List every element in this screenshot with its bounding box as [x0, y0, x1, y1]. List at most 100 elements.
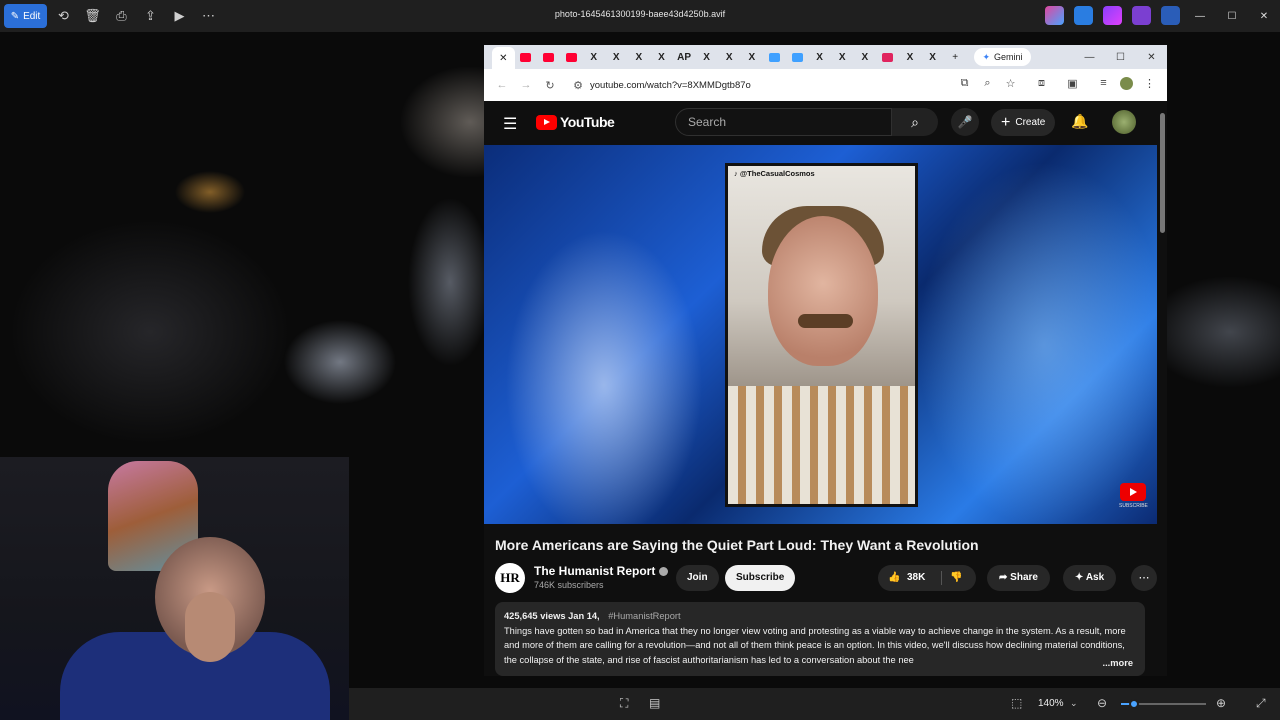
browser-tab[interactable]: X: [808, 47, 831, 67]
browser-tab[interactable]: X: [741, 47, 764, 67]
designer-icon[interactable]: [1103, 6, 1122, 25]
slideshow-icon[interactable]: ▶: [165, 4, 194, 28]
browser-menu-icon[interactable]: ⋮: [1138, 77, 1161, 93]
youtube-logo[interactable]: YouTube: [536, 114, 615, 130]
browser-tab[interactable]: [786, 47, 809, 67]
browser-tab[interactable]: AP: [673, 47, 696, 67]
zoom-out-icon[interactable]: ⊖: [1097, 696, 1107, 710]
bookmark-star-icon[interactable]: ☆: [999, 77, 1022, 93]
more-actions-icon[interactable]: ⋯: [1131, 565, 1157, 591]
onedrive-icon[interactable]: [1161, 6, 1180, 25]
share-arrow-icon: ➦: [999, 572, 1008, 583]
tab-favicon-icon: X: [929, 51, 936, 63]
browser-tab[interactable]: [876, 47, 899, 67]
hashtag-link[interactable]: #HumanistReport: [608, 611, 680, 621]
description-box[interactable]: 425,645 views Jan 14, #HumanistReport Th…: [495, 602, 1145, 676]
site-settings-icon[interactable]: ⚙: [566, 79, 590, 92]
browser-tab[interactable]: X: [628, 47, 651, 67]
browser-close-icon[interactable]: ✕: [1136, 52, 1167, 63]
browser-tab[interactable]: X: [831, 47, 854, 67]
fullscreen-icon[interactable]: ⤢: [1256, 696, 1266, 711]
minimize-icon[interactable]: —: [1184, 0, 1216, 32]
microphone-icon[interactable]: 🎤: [951, 108, 979, 136]
ask-button[interactable]: ✦ Ask: [1063, 565, 1117, 591]
delete-icon[interactable]: 🗑: [78, 4, 107, 28]
tab-active[interactable]: ✕: [492, 47, 515, 69]
channel-name[interactable]: The Humanist Report: [534, 564, 669, 578]
like-icon[interactable]: 👍: [888, 565, 900, 591]
tab-strip: ✕ X X X X AP X X X X X X X X + ✦ Gemini — ☐ ✕: [484, 45, 1167, 69]
subscribe-button[interactable]: Subscribe: [725, 565, 796, 591]
zoom-slider[interactable]: [1121, 699, 1206, 709]
install-icon[interactable]: ⧉: [953, 77, 976, 93]
split-view-icon[interactable]: ▣: [1061, 77, 1084, 93]
browser-tab[interactable]: X: [695, 47, 718, 67]
clipchamp-icon[interactable]: [1132, 6, 1151, 25]
scrollbar-thumb[interactable]: [1160, 113, 1165, 233]
gemini-label: Gemini: [994, 52, 1023, 62]
zoom-in-icon[interactable]: ⊕: [1216, 696, 1226, 710]
browser-tab[interactable]: [515, 47, 538, 67]
speaker-shirt: [728, 386, 915, 504]
browser-tab[interactable]: X: [899, 47, 922, 67]
browser-tab[interactable]: [763, 47, 786, 67]
browser-tab[interactable]: X: [650, 47, 673, 67]
edit-icon: ✎: [10, 10, 20, 22]
browser-minimize-icon[interactable]: —: [1074, 52, 1105, 63]
browser-tab[interactable]: X: [854, 47, 877, 67]
fit-view-icon[interactable]: ⛶: [620, 696, 628, 711]
browser-tab[interactable]: X: [718, 47, 741, 67]
copilot-icon[interactable]: [1045, 6, 1064, 25]
browser-tab[interactable]: [537, 47, 560, 67]
extensions-icon[interactable]: ⧈: [1030, 77, 1053, 93]
zoom-icon[interactable]: ⌕: [976, 77, 999, 93]
search-input[interactable]: Search: [675, 108, 892, 136]
subscribe-watermark-text: SUBSCRIBE: [1119, 503, 1148, 509]
share-button[interactable]: ➦ Share: [987, 565, 1050, 591]
browser-tab[interactable]: X: [921, 47, 944, 67]
back-icon[interactable]: ←: [490, 79, 514, 91]
zoom-dropdown-icon[interactable]: ⌄: [1070, 698, 1078, 709]
forward-icon[interactable]: →: [514, 79, 538, 91]
browser-tab[interactable]: [560, 47, 583, 67]
edit-button[interactable]: ✎ Edit: [4, 4, 47, 28]
maximize-icon[interactable]: ☐: [1216, 0, 1248, 32]
page-scrollbar[interactable]: [1157, 101, 1167, 676]
notifications-icon[interactable]: 🔔: [1071, 113, 1088, 130]
subscribe-watermark-icon[interactable]: [1120, 483, 1146, 501]
video-title: More Americans are Saying the Quiet Part…: [495, 537, 979, 553]
new-tab-button[interactable]: +: [944, 47, 967, 67]
edit-app-icon[interactable]: [1074, 6, 1093, 25]
account-avatar[interactable]: [1112, 110, 1136, 134]
profile-icon[interactable]: [1115, 77, 1138, 93]
more-options-icon[interactable]: ⋯: [194, 4, 223, 28]
browser-tab[interactable]: X: [605, 47, 628, 67]
browser-tab[interactable]: X: [582, 47, 605, 67]
show-more-link[interactable]: ...more: [1098, 655, 1133, 670]
close-icon[interactable]: ✕: [1248, 0, 1280, 32]
rotate-icon[interactable]: ⟲: [49, 4, 78, 28]
search-icon[interactable]: ⌕: [892, 108, 938, 136]
reading-list-icon[interactable]: ≡: [1092, 77, 1115, 93]
actual-size-icon[interactable]: ⬚: [1011, 696, 1022, 710]
gemini-button[interactable]: ✦ Gemini: [974, 48, 1031, 66]
join-button[interactable]: Join: [676, 565, 719, 591]
tab-favicon-icon: [768, 52, 780, 62]
menu-icon[interactable]: ☰: [503, 114, 517, 134]
info-icon[interactable]: ▤: [649, 696, 660, 710]
print-icon[interactable]: ⎙: [107, 4, 136, 28]
reload-icon[interactable]: ↻: [538, 79, 562, 92]
create-button[interactable]: + Create: [991, 109, 1056, 136]
like-count[interactable]: 38K: [907, 565, 925, 591]
tab-favicon-icon: X: [838, 51, 846, 63]
window-controls: — ☐ ✕: [1184, 0, 1280, 32]
ask-label: Ask: [1085, 572, 1105, 583]
channel-avatar[interactable]: HR: [495, 563, 525, 593]
browser-maximize-icon[interactable]: ☐: [1105, 52, 1136, 63]
zoom-level[interactable]: 140%: [1038, 698, 1064, 709]
dislike-icon[interactable]: 👎: [950, 565, 962, 591]
zoom-slider-handle[interactable]: [1128, 699, 1139, 709]
share-icon[interactable]: ⇪: [136, 4, 165, 28]
url-field[interactable]: youtube.com/watch?v=8XMMDgtb87o: [590, 80, 953, 91]
video-player[interactable]: ♪ @TheCasualCosmos SUBSCRIBE: [484, 145, 1157, 524]
